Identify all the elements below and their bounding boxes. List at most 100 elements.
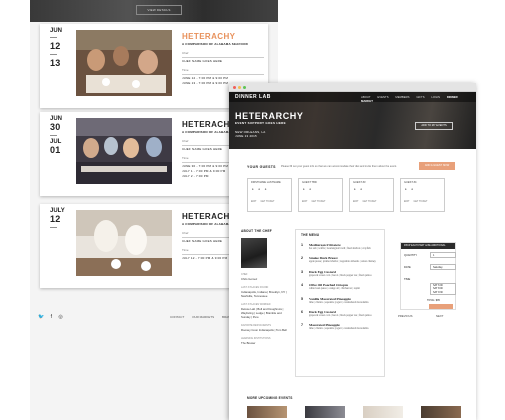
rsvp-total: TOTAL: $95 bbox=[427, 299, 440, 302]
rsvp-panel: RSVP EACH PART & BE ADDITIONAL QUANTITY 1… bbox=[400, 242, 456, 310]
event-photo bbox=[76, 30, 172, 96]
event-title: HETERARCHY bbox=[235, 111, 304, 121]
next-event-link[interactable]: NEXT bbox=[436, 314, 443, 318]
event-day-start: 12 bbox=[50, 214, 61, 224]
chef-field-value: The Brewer bbox=[241, 341, 256, 345]
about-chef: ABOUT THE CHEF CHEF Chris Gomez LAST 3 P… bbox=[241, 229, 291, 345]
event-subtitle: A COMPARISON OF ALABAMA SEAFOOD bbox=[182, 42, 248, 46]
main-nav: ABOUT EVENTS MEMBERS GIFTS LOGIN DINNER … bbox=[361, 95, 476, 103]
guest-name: FIRSTNAME LASTNAME bbox=[251, 181, 281, 184]
diet-icons: ⚬ ⚬ bbox=[353, 187, 364, 192]
event-date: JULY 12 — bbox=[50, 208, 72, 231]
chef-field-label: LEARNING INSTITUTIONS bbox=[241, 337, 271, 340]
minimize-window-icon[interactable] bbox=[238, 86, 241, 89]
event-thumbnail[interactable] bbox=[363, 406, 403, 418]
instagram-icon[interactable]: ◎ bbox=[58, 314, 62, 320]
guest-card[interactable]: GUEST TBD ⚬ ⚬ EDIT GET TICKET bbox=[298, 178, 343, 212]
nav-members[interactable]: MEMBERS bbox=[395, 95, 409, 99]
footer-link-markets[interactable]: OUR MARKETS bbox=[192, 315, 214, 319]
chef-field-value: Rooney Coon Indianapolis | Tom Bell bbox=[241, 328, 287, 332]
view-details-button[interactable]: VIEW DETAILS bbox=[136, 5, 182, 15]
time-label: TIME bbox=[404, 278, 411, 281]
chef-field-value: Deluxe Lab | Bull and Doughnuts | Wayfar… bbox=[241, 307, 284, 319]
quantity-select[interactable]: 1 bbox=[430, 252, 456, 258]
rsvp-heading: RSVP EACH PART & BE ADDITIONAL bbox=[401, 243, 455, 249]
event-photo bbox=[76, 210, 172, 276]
event-thumbnail[interactable] bbox=[421, 406, 461, 418]
time-option[interactable]: SAT 9:30 bbox=[433, 291, 455, 294]
maximize-window-icon[interactable] bbox=[243, 86, 246, 89]
chef-field-value: Chris Gomez bbox=[241, 277, 258, 281]
date-label: DATE bbox=[404, 266, 411, 269]
edit-guest-link[interactable]: EDIT bbox=[353, 200, 358, 203]
chef-field-label: LAST 3 PLACES WORKED bbox=[241, 303, 271, 306]
guest-name: GUEST #4 bbox=[404, 181, 417, 184]
twitter-icon[interactable]: 🐦 bbox=[38, 314, 44, 320]
diet-icons: ⚬ ⚬ bbox=[302, 187, 313, 192]
edit-guest-link[interactable]: EDIT bbox=[404, 200, 409, 203]
add-guest-button[interactable]: ADD A GUEST NOW bbox=[419, 162, 455, 170]
chef-photo bbox=[241, 238, 267, 268]
facebook-icon[interactable]: f bbox=[51, 314, 52, 320]
chef-name: CHEF NAME GOES HERE bbox=[182, 59, 223, 63]
nav-gifts[interactable]: GIFTS bbox=[416, 95, 424, 99]
event-info: HETERACHY A COMPARISON OF ALABAMA SEAFOO… bbox=[182, 32, 264, 85]
event-date: JUN 30 — JUL 01 bbox=[50, 116, 72, 155]
guests-heading: YOUR GUESTS bbox=[247, 165, 276, 169]
event-day-end: 13 bbox=[50, 58, 61, 68]
close-window-icon[interactable] bbox=[233, 86, 236, 89]
menu-course: 1 Mediterean Frittatere hot sub | waffle |… bbox=[301, 243, 371, 250]
menu-course: 3 Duck Egg Custard grapes & sweet corn | b… bbox=[301, 269, 372, 277]
more-events: MORE UPCOMING EVENTS bbox=[247, 396, 467, 418]
get-ticket-link[interactable]: GET TICKET bbox=[362, 200, 376, 203]
nav-login[interactable]: LOGIN bbox=[431, 95, 440, 99]
event-day-start: 30 bbox=[50, 122, 61, 132]
event-day-start: 12 bbox=[50, 41, 61, 51]
add-to-events-button[interactable]: ADD TO MY EVENTS bbox=[415, 122, 453, 130]
quantity-label: QUANTITY bbox=[404, 254, 418, 257]
get-ticket-link[interactable]: GET TICKET bbox=[413, 200, 427, 203]
nav-events[interactable]: EVENTS bbox=[377, 95, 388, 99]
footer-link-contact[interactable]: CONTACT bbox=[170, 315, 184, 319]
chef-label: Chef bbox=[182, 51, 189, 55]
menu-heading: THE MENU bbox=[301, 233, 320, 237]
edit-guest-link[interactable]: EDIT bbox=[251, 200, 256, 203]
guest-card[interactable]: GUEST #3 ⚬ ⚬ EDIT GET TICKET bbox=[349, 178, 394, 212]
menu-list: THE MENU 1 Mediterean Frittatere hot sub |… bbox=[295, 229, 385, 377]
buy-button[interactable] bbox=[429, 304, 453, 309]
more-events-heading: MORE UPCOMING EVENTS bbox=[247, 396, 293, 400]
dinner-lab-logo[interactable]: DINNER LAB bbox=[235, 94, 271, 100]
event-subtitle: EVENT SUPPORT GOES HERE bbox=[235, 121, 286, 125]
event-title[interactable]: HETERACHY bbox=[182, 32, 264, 41]
menu-course: 6 Duck Egg Custard grapes & sweet corn | b… bbox=[301, 310, 372, 318]
guest-card[interactable]: FIRSTNAME LASTNAME ⚬ ⚬ ⚬ EDIT GET TICKET bbox=[247, 178, 292, 212]
event-time: JUNE 12 - 7:00 PM & 9:00 PM bbox=[182, 76, 229, 80]
previous-event-link[interactable]: PREVIOUS bbox=[398, 314, 412, 318]
event-date: JUN — 12 — 13 bbox=[50, 28, 72, 68]
chef-field-label: FAVORITE RESTAURANTS bbox=[241, 324, 271, 327]
event-day-end: 01 bbox=[50, 145, 61, 155]
chef-field-value: Indianapolis, Indiana | Brooklyn, NY | N… bbox=[241, 290, 287, 298]
event-date: JUNE 13 2015 bbox=[235, 134, 257, 138]
event-photo bbox=[76, 118, 172, 184]
guest-name: GUEST TBD bbox=[302, 181, 317, 184]
chef-field-label: LAST 3 PLACES FOUND bbox=[241, 286, 269, 289]
menu-course: 7 Macerated Pineapple lime | cilantro | es… bbox=[301, 323, 369, 331]
diet-icons: ⚬ ⚬ ⚬ bbox=[251, 187, 269, 192]
time-options[interactable]: SAT 6:00 SAT 8:00 SAT 9:30 bbox=[430, 283, 456, 296]
get-ticket-link[interactable]: GET TICKET bbox=[311, 200, 325, 203]
guest-card[interactable]: GUEST #4 ⚬ ⚬ EDIT GET TICKET bbox=[400, 178, 445, 212]
event-thumbnail[interactable] bbox=[247, 406, 287, 418]
menu-course: 4 Olive Oil Poached Octopus white bean pur… bbox=[301, 283, 360, 291]
date-select[interactable]: Saturday bbox=[430, 264, 456, 270]
event-pager: PREVIOUS NEXT bbox=[398, 314, 458, 318]
event-thumbnail[interactable] bbox=[305, 406, 345, 418]
browser-chrome bbox=[229, 83, 476, 92]
event-hero: DINNER LAB ABOUT EVENTS MEMBERS GIFTS LO… bbox=[229, 92, 476, 149]
edit-guest-link[interactable]: EDIT bbox=[302, 200, 307, 203]
guests-hint: Please fill out your guest info so that … bbox=[281, 165, 397, 168]
about-heading: ABOUT THE CHEF bbox=[241, 229, 272, 233]
event-detail-page: DINNER LAB ABOUT EVENTS MEMBERS GIFTS LO… bbox=[229, 83, 476, 420]
get-ticket-link[interactable]: GET TICKET bbox=[260, 200, 274, 203]
top-banner: VIEW DETAILS bbox=[30, 0, 278, 22]
